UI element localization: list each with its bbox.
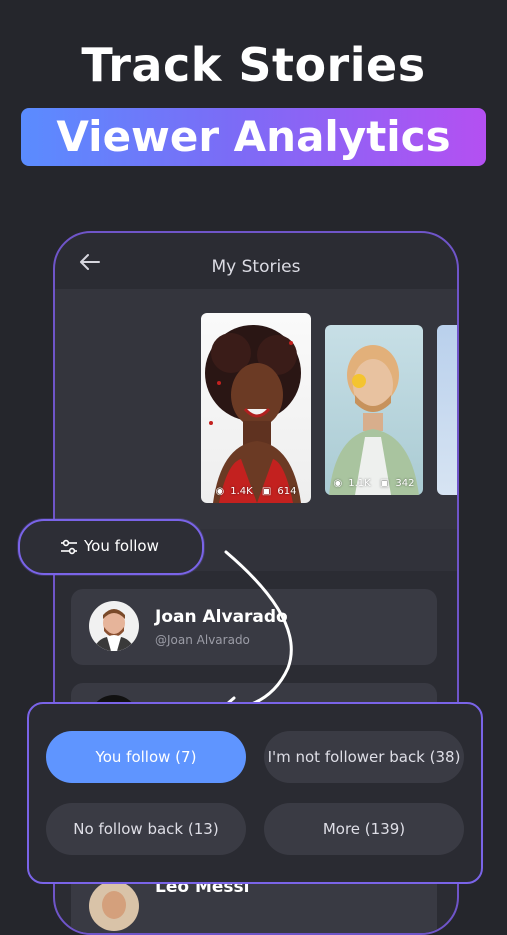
option-not-follower-back[interactable]: I'm not follower back (38) (264, 731, 464, 783)
option-more[interactable]: More (139) (264, 803, 464, 855)
option-no-follow-back[interactable]: No follow back (13) (46, 803, 246, 855)
filter-pill[interactable]: You follow (18, 519, 204, 575)
filter-options-panel: You follow (7) I'm not follower back (38… (27, 702, 483, 884)
filter-pill-label: You follow (84, 537, 159, 555)
option-you-follow[interactable]: You follow (7) (46, 731, 246, 783)
sliders-icon (60, 539, 78, 559)
